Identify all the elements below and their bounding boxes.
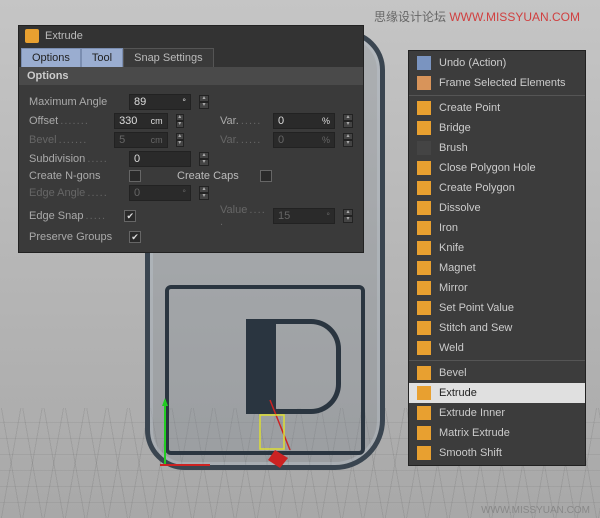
caps-checkbox[interactable] — [260, 170, 272, 182]
matrix-extrude-icon — [417, 426, 431, 440]
menu-separator — [409, 360, 585, 361]
model-frame — [165, 285, 365, 455]
bevel-spinner[interactable]: ▴▾ — [176, 133, 184, 147]
tab-options[interactable]: Options — [21, 48, 81, 67]
caps-label: Create Caps — [177, 170, 252, 182]
max-angle-spinner[interactable]: ▴▾ — [199, 95, 209, 109]
menu-set-point-value[interactable]: Set Point Value — [409, 298, 585, 318]
extrude-inner-icon — [417, 406, 431, 420]
create-polygon-icon — [417, 181, 431, 195]
menu-stitch-and-sew[interactable]: Stitch and Sew — [409, 318, 585, 338]
menu-smooth-shift[interactable]: Smooth Shift — [409, 443, 585, 463]
bevel-label: Bevel — [29, 134, 106, 146]
preserve-checkbox[interactable]: ✔ — [129, 231, 141, 243]
menu-matrix-extrude[interactable]: Matrix Extrude — [409, 423, 585, 443]
extrude-icon — [417, 386, 431, 400]
stitch-icon — [417, 321, 431, 335]
menu-undo[interactable]: Undo (Action) — [409, 53, 585, 73]
brush-icon — [417, 141, 431, 155]
panel-titlebar[interactable]: Extrude — [19, 26, 363, 46]
bottom-watermark: WWW.MISSYUAN.COM — [481, 505, 590, 516]
subdiv-label: Subdivision — [29, 153, 121, 165]
offset-label: Offset — [29, 115, 106, 127]
bevel-icon — [417, 366, 431, 380]
subdiv-input[interactable]: 0 — [129, 151, 191, 167]
menu-close-polygon-hole[interactable]: Close Polygon Hole — [409, 158, 585, 178]
menu-bridge[interactable]: Bridge — [409, 118, 585, 138]
menu-mirror[interactable]: Mirror — [409, 278, 585, 298]
edge-snap-checkbox[interactable]: ✔ — [124, 210, 136, 222]
set-point-icon — [417, 301, 431, 315]
var2-label: Var. — [220, 134, 265, 146]
value-spinner[interactable]: ▴▾ — [343, 209, 353, 223]
dissolve-icon — [417, 201, 431, 215]
menu-extrude[interactable]: Extrude — [409, 383, 585, 403]
extrude-panel: Extrude Options Tool Snap Settings Optio… — [18, 25, 364, 253]
menu-bevel[interactable]: Bevel — [409, 363, 585, 383]
var1-spinner[interactable]: ▴▾ — [343, 114, 353, 128]
undo-icon — [417, 56, 431, 70]
panel-title-text: Extrude — [45, 30, 83, 42]
offset-spinner[interactable]: ▴▾ — [176, 114, 184, 128]
menu-brush[interactable]: Brush — [409, 138, 585, 158]
subdiv-spinner[interactable]: ▴▾ — [199, 152, 209, 166]
menu-weld[interactable]: Weld — [409, 338, 585, 358]
smooth-shift-icon — [417, 446, 431, 460]
panel-tabs: Options Tool Snap Settings — [19, 46, 363, 67]
edge-angle-label: Edge Angle — [29, 187, 121, 199]
offset-input[interactable]: 330cm — [114, 113, 168, 129]
context-menu: Undo (Action) Frame Selected Elements Cr… — [408, 50, 586, 466]
menu-create-polygon[interactable]: Create Polygon — [409, 178, 585, 198]
close-polygon-icon — [417, 161, 431, 175]
max-angle-input[interactable]: 89° — [129, 94, 191, 110]
edge-snap-label: Edge Snap — [29, 210, 116, 222]
iron-icon — [417, 221, 431, 235]
weld-icon — [417, 341, 431, 355]
watermark: 思缘设计论坛 WWW.MISSYUAN.COM — [374, 8, 580, 25]
menu-separator — [409, 95, 585, 96]
menu-dissolve[interactable]: Dissolve — [409, 198, 585, 218]
options-body: Maximum Angle 89° ▴▾ Offset 330cm ▴▾ Var… — [19, 85, 363, 252]
var2-input[interactable]: 0% — [273, 132, 335, 148]
create-point-icon — [417, 101, 431, 115]
tab-snap-settings[interactable]: Snap Settings — [123, 48, 214, 67]
bridge-icon — [417, 121, 431, 135]
var1-label: Var. — [220, 115, 265, 127]
ngons-label: Create N-gons — [29, 170, 121, 182]
bevel-input[interactable]: 5cm — [114, 132, 168, 148]
edge-angle-input[interactable]: 0° — [129, 185, 191, 201]
menu-iron[interactable]: Iron — [409, 218, 585, 238]
extrude-icon — [25, 29, 39, 43]
magnet-icon — [417, 261, 431, 275]
ngons-checkbox[interactable] — [129, 170, 141, 182]
mirror-icon — [417, 281, 431, 295]
menu-knife[interactable]: Knife — [409, 238, 585, 258]
value-label: Value — [220, 204, 265, 228]
max-angle-label: Maximum Angle — [29, 96, 121, 108]
options-header: Options — [19, 67, 363, 85]
var2-spinner[interactable]: ▴▾ — [343, 133, 353, 147]
menu-create-point[interactable]: Create Point — [409, 98, 585, 118]
value-input[interactable]: 15° — [273, 208, 335, 224]
knife-icon — [417, 241, 431, 255]
menu-magnet[interactable]: Magnet — [409, 258, 585, 278]
edge-angle-spinner[interactable]: ▴▾ — [199, 186, 209, 200]
menu-extrude-inner[interactable]: Extrude Inner — [409, 403, 585, 423]
var1-input[interactable]: 0% — [273, 113, 335, 129]
tab-tool[interactable]: Tool — [81, 48, 123, 67]
menu-frame-selected[interactable]: Frame Selected Elements — [409, 73, 585, 93]
frame-icon — [417, 76, 431, 90]
model-d-hole — [246, 319, 341, 414]
preserve-label: Preserve Groups — [29, 231, 121, 243]
